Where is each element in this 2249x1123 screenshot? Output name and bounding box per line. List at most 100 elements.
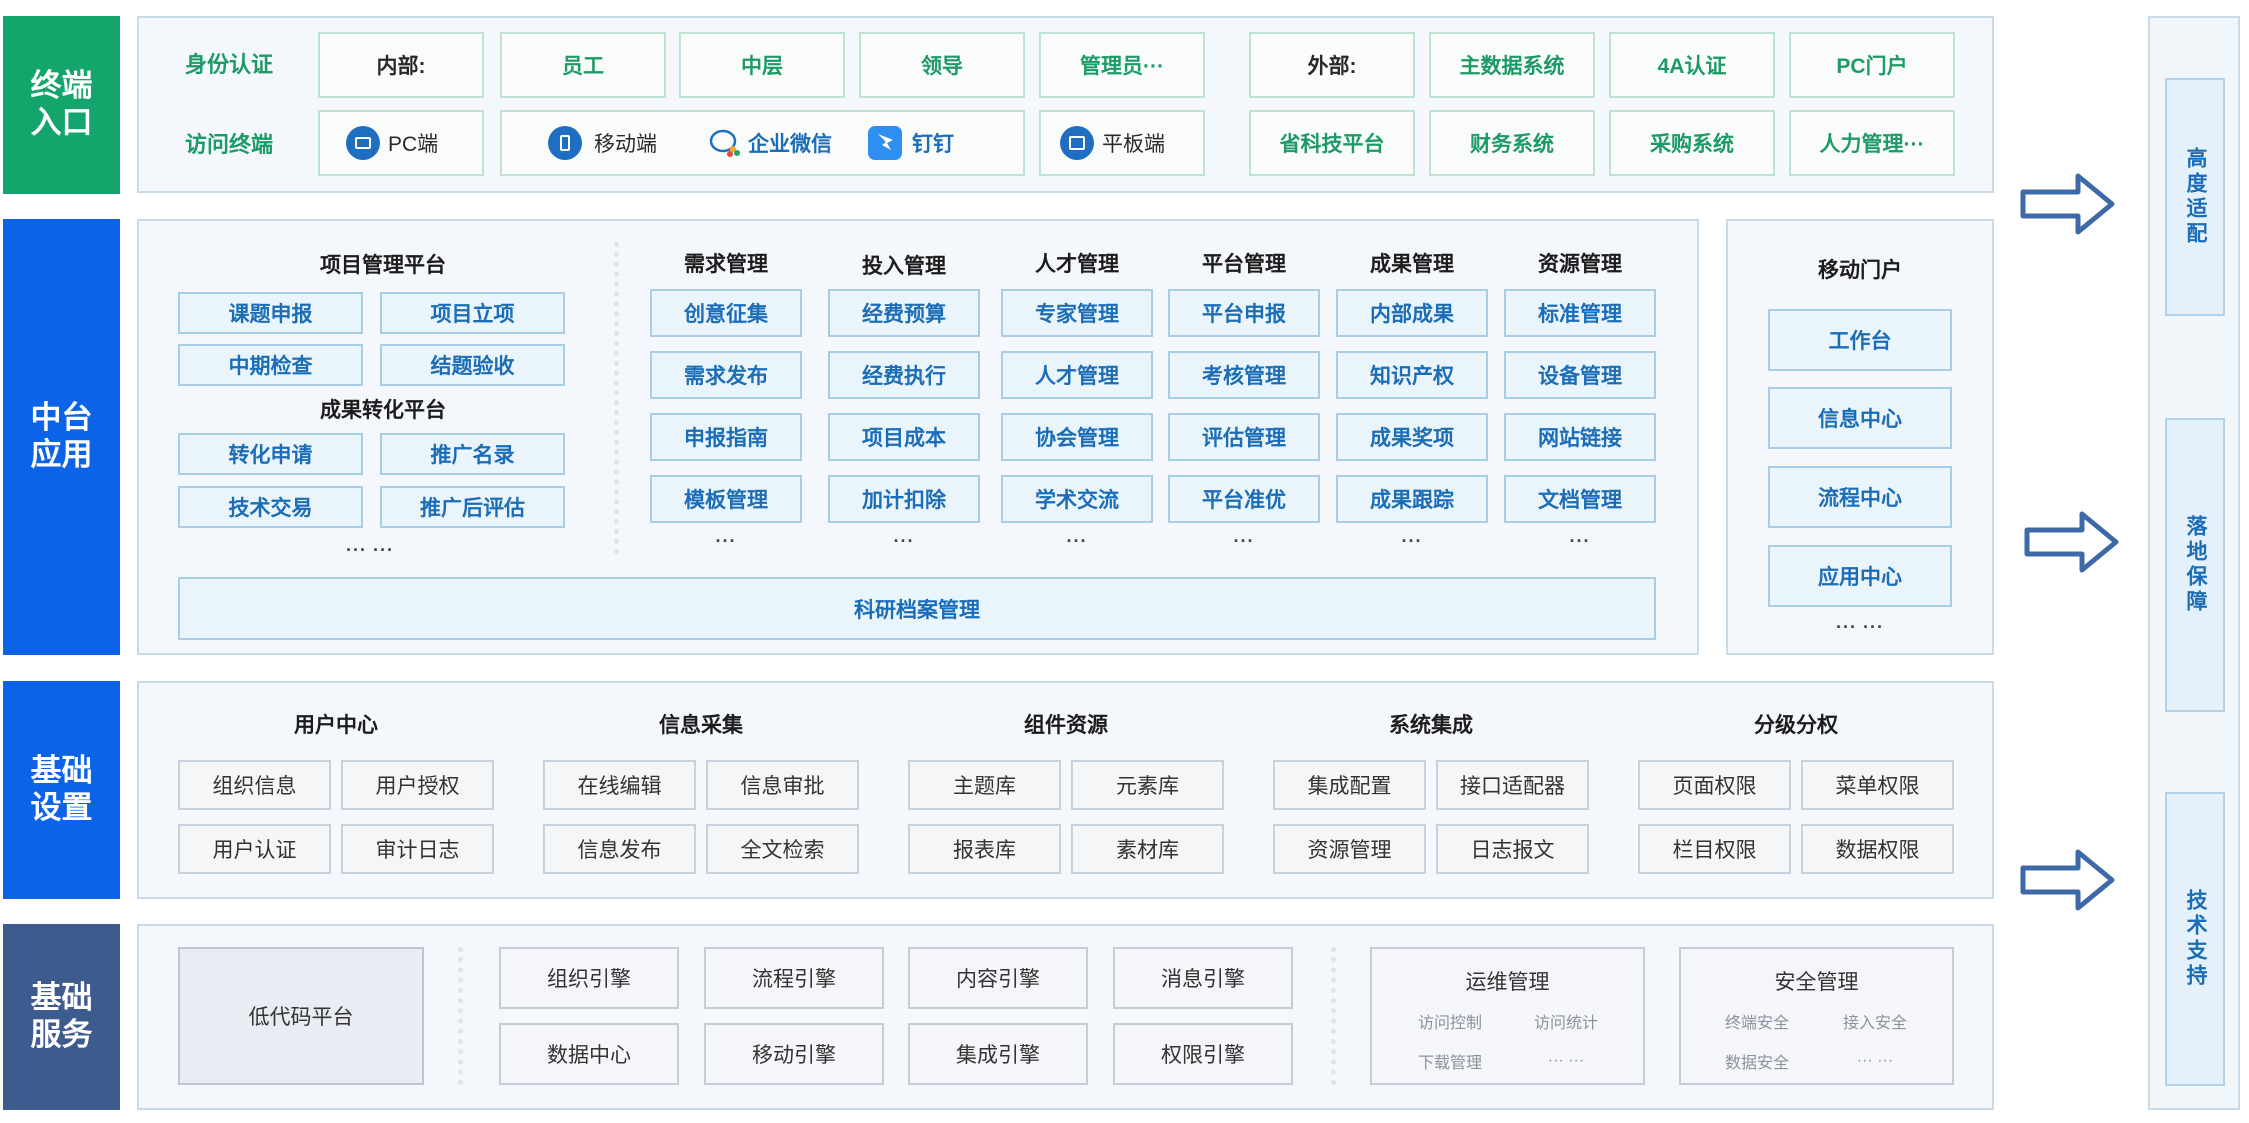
user-center-item-2[interactable]: 用户授权 bbox=[341, 760, 494, 810]
platform-item-4[interactable]: 平台准优 bbox=[1168, 475, 1320, 523]
transform-platform-heading: 成果转化平台 bbox=[320, 399, 446, 422]
right-arrow-icon bbox=[2020, 849, 2115, 911]
support-landing: 落地保障 bbox=[2165, 418, 2225, 712]
project-midterm[interactable]: 中期检查 bbox=[178, 344, 363, 386]
internal-admin[interactable]: 管理员··· bbox=[1039, 32, 1205, 98]
tablet-terminal-label: 平板端 bbox=[1102, 133, 1165, 156]
input-item-3[interactable]: 项目成本 bbox=[828, 413, 980, 461]
portal-process-center[interactable]: 流程中心 bbox=[1768, 466, 1952, 528]
user-center-item-3[interactable]: 用户认证 bbox=[178, 824, 331, 874]
mobile-terminal-label[interactable]: 移动端 bbox=[594, 126, 684, 160]
middle-divider bbox=[614, 242, 619, 554]
layer-label-middle-text: 中台 应用 bbox=[30, 400, 93, 472]
resource-item-3[interactable]: 网站链接 bbox=[1504, 413, 1656, 461]
wecom-label[interactable]: 企业微信 bbox=[748, 126, 858, 160]
engine-data-center[interactable]: 数据中心 bbox=[499, 1023, 679, 1085]
transform-apply[interactable]: 转化申请 bbox=[178, 433, 363, 475]
dingtalk-label[interactable]: 钉钉 bbox=[912, 126, 982, 160]
permission-item-1[interactable]: 页面权限 bbox=[1638, 760, 1791, 810]
ops-more: ··· ··· bbox=[1547, 1052, 1585, 1069]
component-item-4[interactable]: 素材库 bbox=[1071, 824, 1224, 874]
promotion-list[interactable]: 推广名录 bbox=[380, 433, 565, 475]
support-high-adapt: 高度适配 bbox=[2165, 78, 2225, 316]
info-collect-item-2[interactable]: 信息审批 bbox=[706, 760, 859, 810]
info-collect-item-3[interactable]: 信息发布 bbox=[543, 824, 696, 874]
system-province-tech[interactable]: 省科技平台 bbox=[1249, 110, 1415, 176]
external-pc-portal[interactable]: PC门户 bbox=[1789, 32, 1955, 98]
project-apply[interactable]: 课题申报 bbox=[178, 292, 363, 334]
internal-leader[interactable]: 领导 bbox=[859, 32, 1025, 98]
portal-workbench[interactable]: 工作台 bbox=[1768, 309, 1952, 371]
engine-message[interactable]: 消息引擎 bbox=[1113, 947, 1293, 1009]
input-item-2[interactable]: 经费执行 bbox=[828, 351, 980, 399]
integration-heading: 系统集成 bbox=[1389, 714, 1473, 737]
result-more: ··· bbox=[1401, 530, 1423, 551]
user-center-item-1[interactable]: 组织信息 bbox=[178, 760, 331, 810]
result-item-1[interactable]: 内部成果 bbox=[1336, 289, 1488, 337]
ops-mgmt-heading: 运维管理 bbox=[1465, 971, 1550, 994]
permission-item-4[interactable]: 数据权限 bbox=[1801, 824, 1954, 874]
result-item-3[interactable]: 成果奖项 bbox=[1336, 413, 1488, 461]
external-master-data[interactable]: 主数据系统 bbox=[1429, 32, 1595, 98]
talent-item-4[interactable]: 学术交流 bbox=[1001, 475, 1153, 523]
external-4a-auth[interactable]: 4A认证 bbox=[1609, 32, 1775, 98]
input-more: ··· bbox=[893, 530, 915, 551]
project-approval[interactable]: 项目立项 bbox=[380, 292, 565, 334]
internal-staff[interactable]: 员工 bbox=[500, 32, 666, 98]
engine-org[interactable]: 组织引擎 bbox=[499, 947, 679, 1009]
ops-access-control: 访问控制 bbox=[1417, 1015, 1482, 1032]
result-item-4[interactable]: 成果跟踪 bbox=[1336, 475, 1488, 523]
info-collect-item-1[interactable]: 在线编辑 bbox=[543, 760, 696, 810]
result-item-2[interactable]: 知识产权 bbox=[1336, 351, 1488, 399]
support-tech-text: 技术支持 bbox=[2184, 889, 2207, 989]
engine-mobile[interactable]: 移动引擎 bbox=[704, 1023, 884, 1085]
engine-integration[interactable]: 集成引擎 bbox=[908, 1023, 1088, 1085]
integration-item-4[interactable]: 日志报文 bbox=[1436, 824, 1589, 874]
demand-item-3[interactable]: 申报指南 bbox=[650, 413, 802, 461]
input-item-4[interactable]: 加计扣除 bbox=[828, 475, 980, 523]
platform-item-2[interactable]: 考核管理 bbox=[1168, 351, 1320, 399]
engine-content[interactable]: 内容引擎 bbox=[908, 947, 1088, 1009]
identity-auth-heading: 身份认证 bbox=[185, 52, 274, 77]
research-archive[interactable]: 科研档案管理 bbox=[178, 577, 1656, 640]
demand-mgmt-heading: 需求管理 bbox=[684, 253, 768, 276]
resource-mgmt-heading: 资源管理 bbox=[1538, 253, 1622, 276]
platform-item-1[interactable]: 平台申报 bbox=[1168, 289, 1320, 337]
component-item-1[interactable]: 主题库 bbox=[908, 760, 1061, 810]
post-promotion-eval[interactable]: 推广后评估 bbox=[380, 486, 565, 528]
engine-process[interactable]: 流程引擎 bbox=[704, 947, 884, 1009]
portal-info-center[interactable]: 信息中心 bbox=[1768, 387, 1952, 449]
lowcode-platform[interactable]: 低代码平台 bbox=[178, 947, 424, 1085]
integration-item-3[interactable]: 资源管理 bbox=[1273, 824, 1426, 874]
talent-item-3[interactable]: 协会管理 bbox=[1001, 413, 1153, 461]
component-item-2[interactable]: 元素库 bbox=[1071, 760, 1224, 810]
tech-trade[interactable]: 技术交易 bbox=[178, 486, 363, 528]
permission-item-3[interactable]: 栏目权限 bbox=[1638, 824, 1791, 874]
info-collect-item-4[interactable]: 全文检索 bbox=[706, 824, 859, 874]
demand-item-2[interactable]: 需求发布 bbox=[650, 351, 802, 399]
permission-item-2[interactable]: 菜单权限 bbox=[1801, 760, 1954, 810]
component-item-3[interactable]: 报表库 bbox=[908, 824, 1061, 874]
system-finance[interactable]: 财务系统 bbox=[1429, 110, 1595, 176]
input-item-1[interactable]: 经费预算 bbox=[828, 289, 980, 337]
resource-item-4[interactable]: 文档管理 bbox=[1504, 475, 1656, 523]
resource-item-2[interactable]: 设备管理 bbox=[1504, 351, 1656, 399]
talent-item-1[interactable]: 专家管理 bbox=[1001, 289, 1153, 337]
resource-item-1[interactable]: 标准管理 bbox=[1504, 289, 1656, 337]
demand-item-4[interactable]: 模板管理 bbox=[650, 475, 802, 523]
platform-item-3[interactable]: 评估管理 bbox=[1168, 413, 1320, 461]
dingtalk-icon bbox=[868, 126, 902, 160]
project-acceptance[interactable]: 结题验收 bbox=[380, 344, 565, 386]
integration-item-2[interactable]: 接口适配器 bbox=[1436, 760, 1589, 810]
integration-item-1[interactable]: 集成配置 bbox=[1273, 760, 1426, 810]
system-hr[interactable]: 人力管理··· bbox=[1789, 110, 1955, 176]
demand-item-1[interactable]: 创意征集 bbox=[650, 289, 802, 337]
user-center-item-4[interactable]: 审计日志 bbox=[341, 824, 494, 874]
layer-label-settings-text: 基础 设置 bbox=[30, 753, 93, 825]
talent-item-2[interactable]: 人才管理 bbox=[1001, 351, 1153, 399]
internal-middle-mgmt[interactable]: 中层 bbox=[679, 32, 845, 98]
engine-permission[interactable]: 权限引擎 bbox=[1113, 1023, 1293, 1085]
tablet-icon bbox=[1060, 126, 1094, 160]
system-procurement[interactable]: 采购系统 bbox=[1609, 110, 1775, 176]
portal-app-center[interactable]: 应用中心 bbox=[1768, 545, 1952, 607]
